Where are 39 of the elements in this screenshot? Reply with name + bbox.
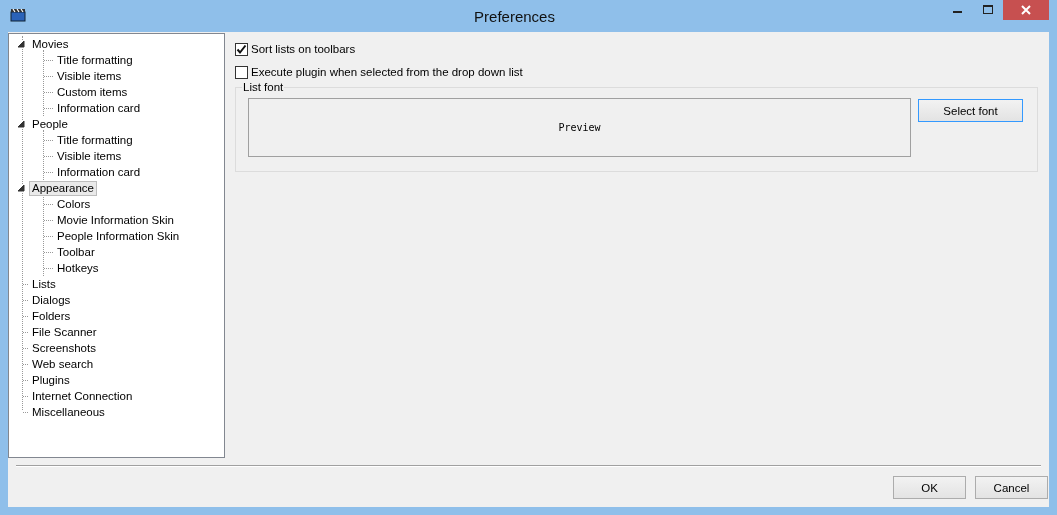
tree-item[interactable]: Movie Information Skin	[54, 212, 177, 228]
clapperboard-icon	[10, 8, 26, 22]
tree-item[interactable]: Colors	[54, 196, 94, 212]
tree-item[interactable]: Appearance	[29, 180, 98, 196]
tree-item[interactable]: Movies	[29, 36, 72, 52]
tree-item[interactable]: Lists	[29, 276, 59, 292]
checkbox-label[interactable]: Execute plugin when selected from the drop down list	[251, 66, 523, 78]
dialog-button[interactable]: OK	[893, 476, 966, 499]
collapse-icon[interactable]	[17, 40, 25, 48]
collapse-icon[interactable]	[17, 120, 25, 128]
tree-item[interactable]: People	[29, 116, 71, 132]
checkbox[interactable]	[235, 65, 248, 79]
tree-item[interactable]: People Information Skin	[54, 228, 183, 244]
collapse-icon[interactable]	[17, 184, 25, 192]
tree-item[interactable]: Folders	[29, 308, 74, 324]
tree-item[interactable]: Internet Connection	[29, 388, 136, 404]
tree-item[interactable]: Title formatting	[54, 52, 136, 68]
close-button[interactable]	[1003, 0, 1049, 20]
tree-item[interactable]: Web search	[29, 356, 97, 372]
tree-item[interactable]: Hotkeys	[54, 260, 102, 276]
tree-item[interactable]: Title formatting	[54, 132, 136, 148]
tree-item[interactable]: Miscellaneous	[29, 404, 108, 420]
tree-item[interactable]: Toolbar	[54, 244, 98, 260]
tree-item[interactable]: Plugins	[29, 372, 73, 388]
tree-item[interactable]: Screenshots	[29, 340, 99, 356]
tree-item[interactable]: Visible items	[54, 68, 125, 84]
group-title: List font	[242, 81, 285, 93]
tree-item[interactable]: Information card	[54, 100, 144, 116]
tree-item[interactable]: Visible items	[54, 148, 125, 164]
checkbox[interactable]	[235, 42, 248, 56]
dialog-button[interactable]: Cancel	[975, 476, 1048, 499]
window-title: Preferences	[473, 7, 556, 25]
checkbox-label[interactable]: Sort lists on toolbars	[251, 43, 356, 55]
tree-item[interactable]: File Scanner	[29, 324, 100, 340]
preview-text: Preview	[558, 122, 601, 133]
tree-item[interactable]: Dialogs	[29, 292, 74, 308]
tree-item[interactable]: Custom items	[54, 84, 131, 100]
select-font-button[interactable]: Select font	[918, 99, 1023, 122]
tree-item[interactable]: Information card	[54, 164, 144, 180]
